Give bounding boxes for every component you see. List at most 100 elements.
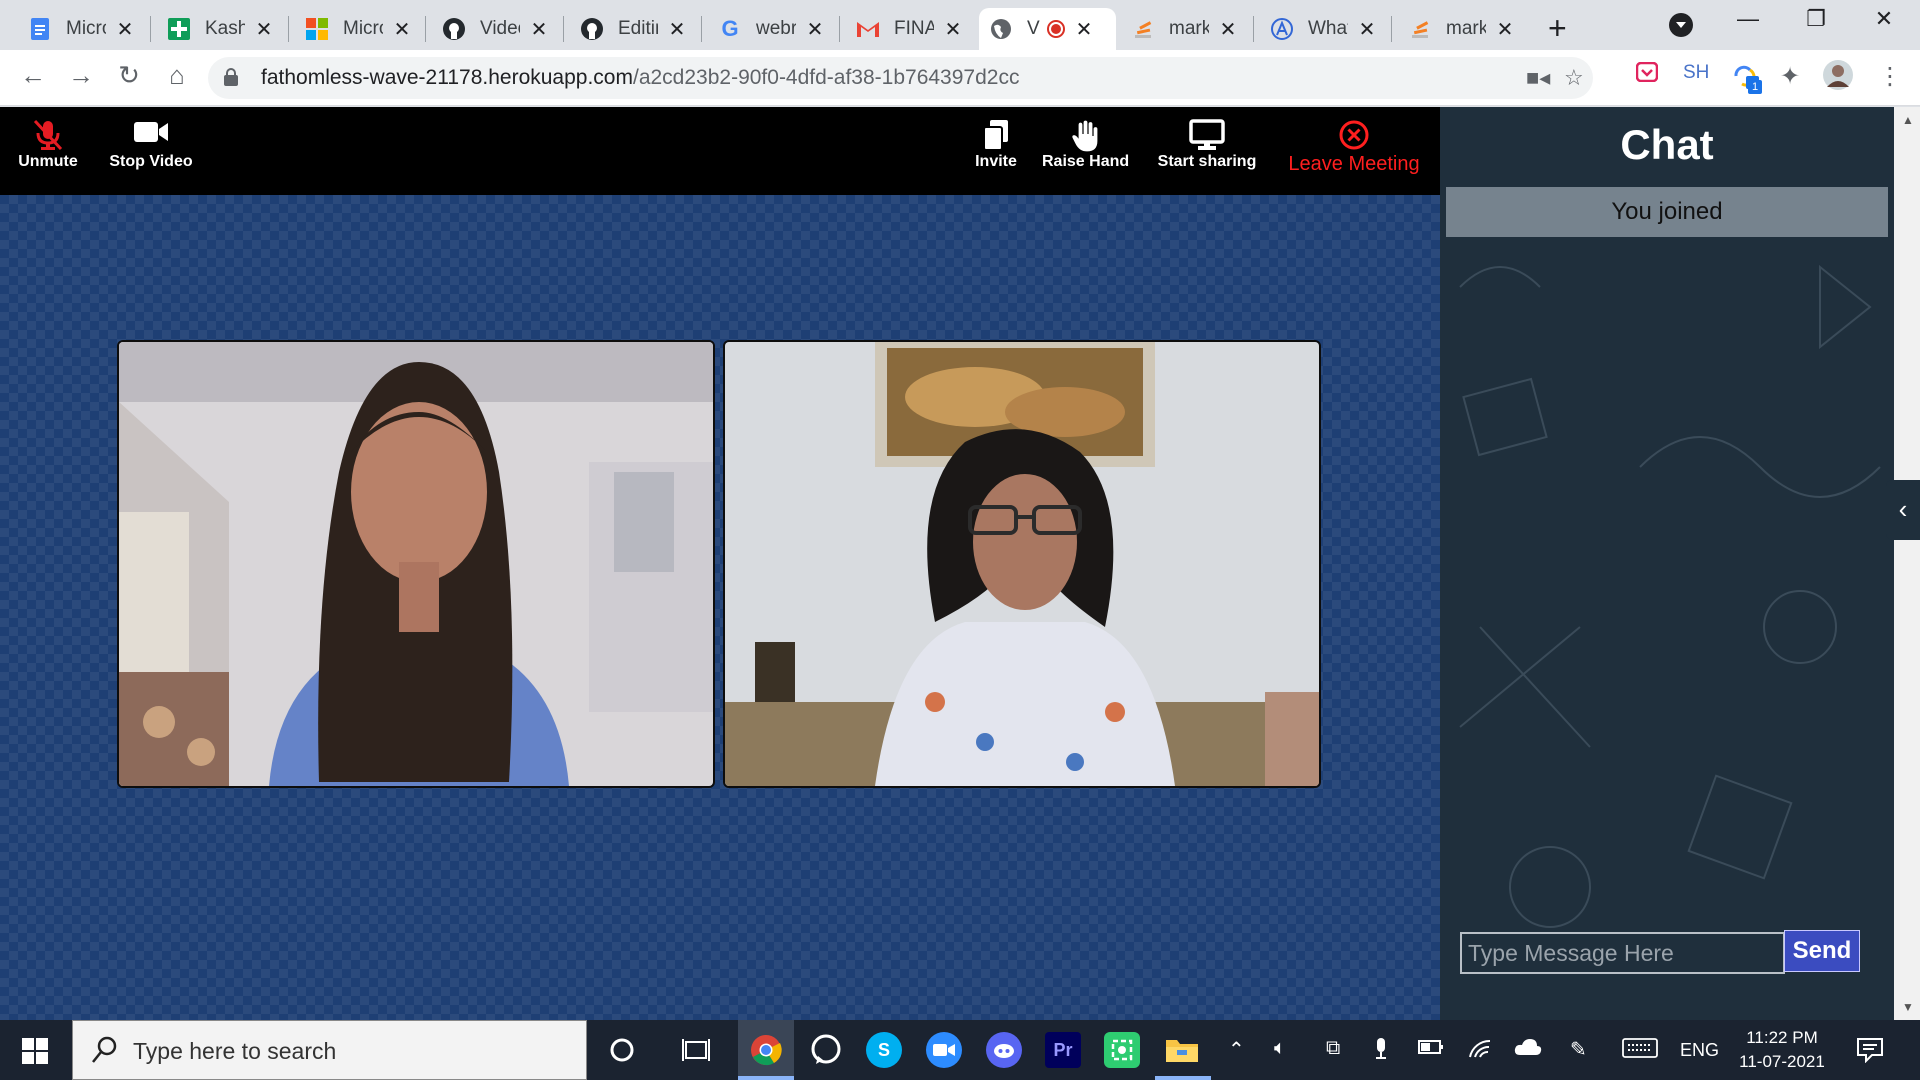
close-circle-icon [1284, 107, 1424, 151]
copy-icon [966, 107, 1026, 151]
tab-divider [701, 16, 702, 42]
lock-icon[interactable] [224, 68, 238, 86]
notifications-icon[interactable] [1856, 1037, 1884, 1069]
send-button[interactable]: Send [1784, 930, 1860, 972]
video-stage [0, 195, 1440, 1020]
leave-meeting-button[interactable]: Leave Meeting [1284, 107, 1424, 195]
browser-tab-strip: Micro ✕ Kashi ✕ Micro ✕ Video ✕ Editin ✕… [0, 0, 1920, 50]
cortana-icon[interactable] [604, 1032, 640, 1068]
language-indicator[interactable]: ENG [1680, 1040, 1719, 1061]
new-tab-button[interactable]: + [1548, 10, 1567, 47]
chrome-menu-icon[interactable]: ⋮ [1878, 62, 1902, 91]
microsoft-icon [305, 17, 329, 41]
tab-search-icon[interactable] [1669, 13, 1693, 37]
touch-keyboard-icon[interactable] [1622, 1037, 1658, 1065]
close-icon[interactable]: ✕ [255, 17, 273, 42]
battery-icon[interactable] [1418, 1037, 1444, 1063]
tab-divider [288, 16, 289, 42]
forward-icon[interactable]: → [64, 60, 98, 91]
skype-icon[interactable]: S [866, 1032, 902, 1068]
close-icon[interactable]: ✕ [1358, 17, 1376, 42]
scroll-up-icon[interactable]: ▲ [1902, 113, 1914, 127]
pen-icon[interactable]: ✎ [1570, 1037, 1587, 1062]
restore-icon[interactable]: ❐ [1796, 6, 1836, 32]
onedrive-cloud-icon[interactable] [1514, 1037, 1542, 1063]
gmail-icon [856, 17, 880, 41]
window-close-icon[interactable]: ✕ [1864, 6, 1904, 32]
close-icon[interactable]: ✕ [1219, 17, 1237, 42]
close-icon[interactable]: ✕ [530, 17, 548, 42]
whatsapp-icon[interactable] [808, 1032, 844, 1068]
invite-label: Invite [975, 153, 1017, 170]
tab-github-editing[interactable]: Editin ✕ [570, 8, 696, 50]
tab-sheets[interactable]: Kashi ✕ [157, 8, 283, 50]
task-view-icon[interactable] [678, 1032, 714, 1068]
tab-meeting-active[interactable]: V ✕ [979, 8, 1116, 50]
raise-hand-button[interactable]: Raise Hand [1042, 107, 1129, 195]
chat-message-input[interactable] [1460, 932, 1785, 974]
close-icon[interactable]: ✕ [1075, 17, 1093, 42]
pocket-extension-icon[interactable] [1635, 61, 1659, 88]
invite-button[interactable]: Invite [966, 107, 1026, 195]
app-icon [1270, 17, 1294, 41]
participant-video-2[interactable] [723, 340, 1321, 788]
camera-in-use-icon[interactable]: ■◂ [1526, 65, 1550, 91]
search-placeholder: Type here to search [133, 1038, 337, 1064]
github-icon [442, 17, 466, 41]
zoom-icon[interactable] [926, 1032, 962, 1068]
screenshot-tool-icon[interactable] [1104, 1032, 1140, 1068]
microphone-icon[interactable] [1374, 1037, 1388, 1067]
tab-title: Video [480, 18, 520, 39]
avatar[interactable] [1822, 59, 1854, 97]
scroll-down-icon[interactable]: ▼ [1902, 1000, 1914, 1014]
clock-date: 11-07-2021 [1739, 1052, 1825, 1071]
google-icon: G [721, 16, 739, 41]
close-icon[interactable]: ✕ [393, 17, 411, 42]
unmute-button[interactable]: Unmute [14, 107, 82, 195]
close-icon[interactable]: ✕ [1496, 17, 1514, 42]
tab-stackoverflow[interactable]: mark ✕ [1121, 8, 1247, 50]
close-icon[interactable]: ✕ [944, 17, 962, 42]
close-icon[interactable]: ✕ [668, 17, 686, 42]
monitor-icon [1152, 107, 1262, 151]
home-icon[interactable]: ⌂ [160, 60, 194, 91]
tab-what[interactable]: What ✕ [1260, 8, 1386, 50]
discord-icon[interactable] [986, 1032, 1022, 1068]
tab-docs[interactable]: Micro ✕ [18, 8, 144, 50]
address-bar[interactable]: fathomless-wave-21178.herokuapp.com/a2cd… [208, 57, 1593, 99]
start-sharing-label: Start sharing [1157, 153, 1257, 170]
bookmark-star-icon[interactable]: ☆ [1564, 65, 1584, 91]
tab-title: What [1308, 18, 1348, 39]
stop-video-button[interactable]: Stop Video [106, 107, 196, 195]
url-host: fathomless-wave-21178.herokuapp.com [261, 66, 633, 89]
taskbar-search-box[interactable]: Type here to search [72, 1020, 587, 1080]
back-icon[interactable]: ← [16, 60, 50, 91]
puzzle-extensions-icon[interactable]: ✦ [1780, 62, 1800, 91]
profile-initials[interactable]: SH [1683, 62, 1709, 84]
wifi-icon[interactable] [1468, 1037, 1492, 1065]
windows-start-icon[interactable] [22, 1038, 48, 1064]
close-icon[interactable]: ✕ [116, 17, 134, 42]
tab-microsoft[interactable]: Micro ✕ [295, 8, 421, 50]
close-icon[interactable]: ✕ [806, 17, 824, 42]
tab-google[interactable]: G webr ✕ [708, 8, 834, 50]
tab-github-video[interactable]: Video ✕ [432, 8, 558, 50]
premiere-pro-icon[interactable]: Pr [1045, 1032, 1081, 1068]
url-text[interactable]: fathomless-wave-21178.herokuapp.com/a2cd… [261, 66, 1019, 90]
collapse-chat-chevron-icon[interactable]: ‹ [1886, 480, 1920, 540]
tab-gmail[interactable]: FINAL ✕ [846, 8, 972, 50]
reload-icon[interactable]: ↻ [112, 60, 146, 91]
file-explorer-icon[interactable] [1164, 1032, 1200, 1068]
show-hidden-icons-chevron-icon[interactable]: ⌃ [1228, 1037, 1245, 1062]
meet-now-icon[interactable]: ⧉ [1326, 1037, 1340, 1060]
stackoverflow-icon [1131, 17, 1155, 41]
participant-video-1[interactable] [117, 340, 715, 788]
minimize-icon[interactable]: — [1728, 6, 1768, 32]
page-scrollbar[interactable]: ▲ ▼ [1894, 107, 1920, 1020]
tab-stackoverflow-2[interactable]: mark ✕ [1398, 8, 1524, 50]
chrome-icon[interactable] [748, 1032, 784, 1068]
taskbar-clock[interactable]: 11:22 PM 11-07-2021 [1732, 1026, 1832, 1074]
url-path: /a2cd23b2-90f0-4dfd-af38-1b764397d2cc [632, 66, 1020, 89]
start-sharing-button[interactable]: Start sharing [1152, 107, 1262, 195]
volume-icon[interactable]: 🔈︎ [1274, 1037, 1286, 1060]
